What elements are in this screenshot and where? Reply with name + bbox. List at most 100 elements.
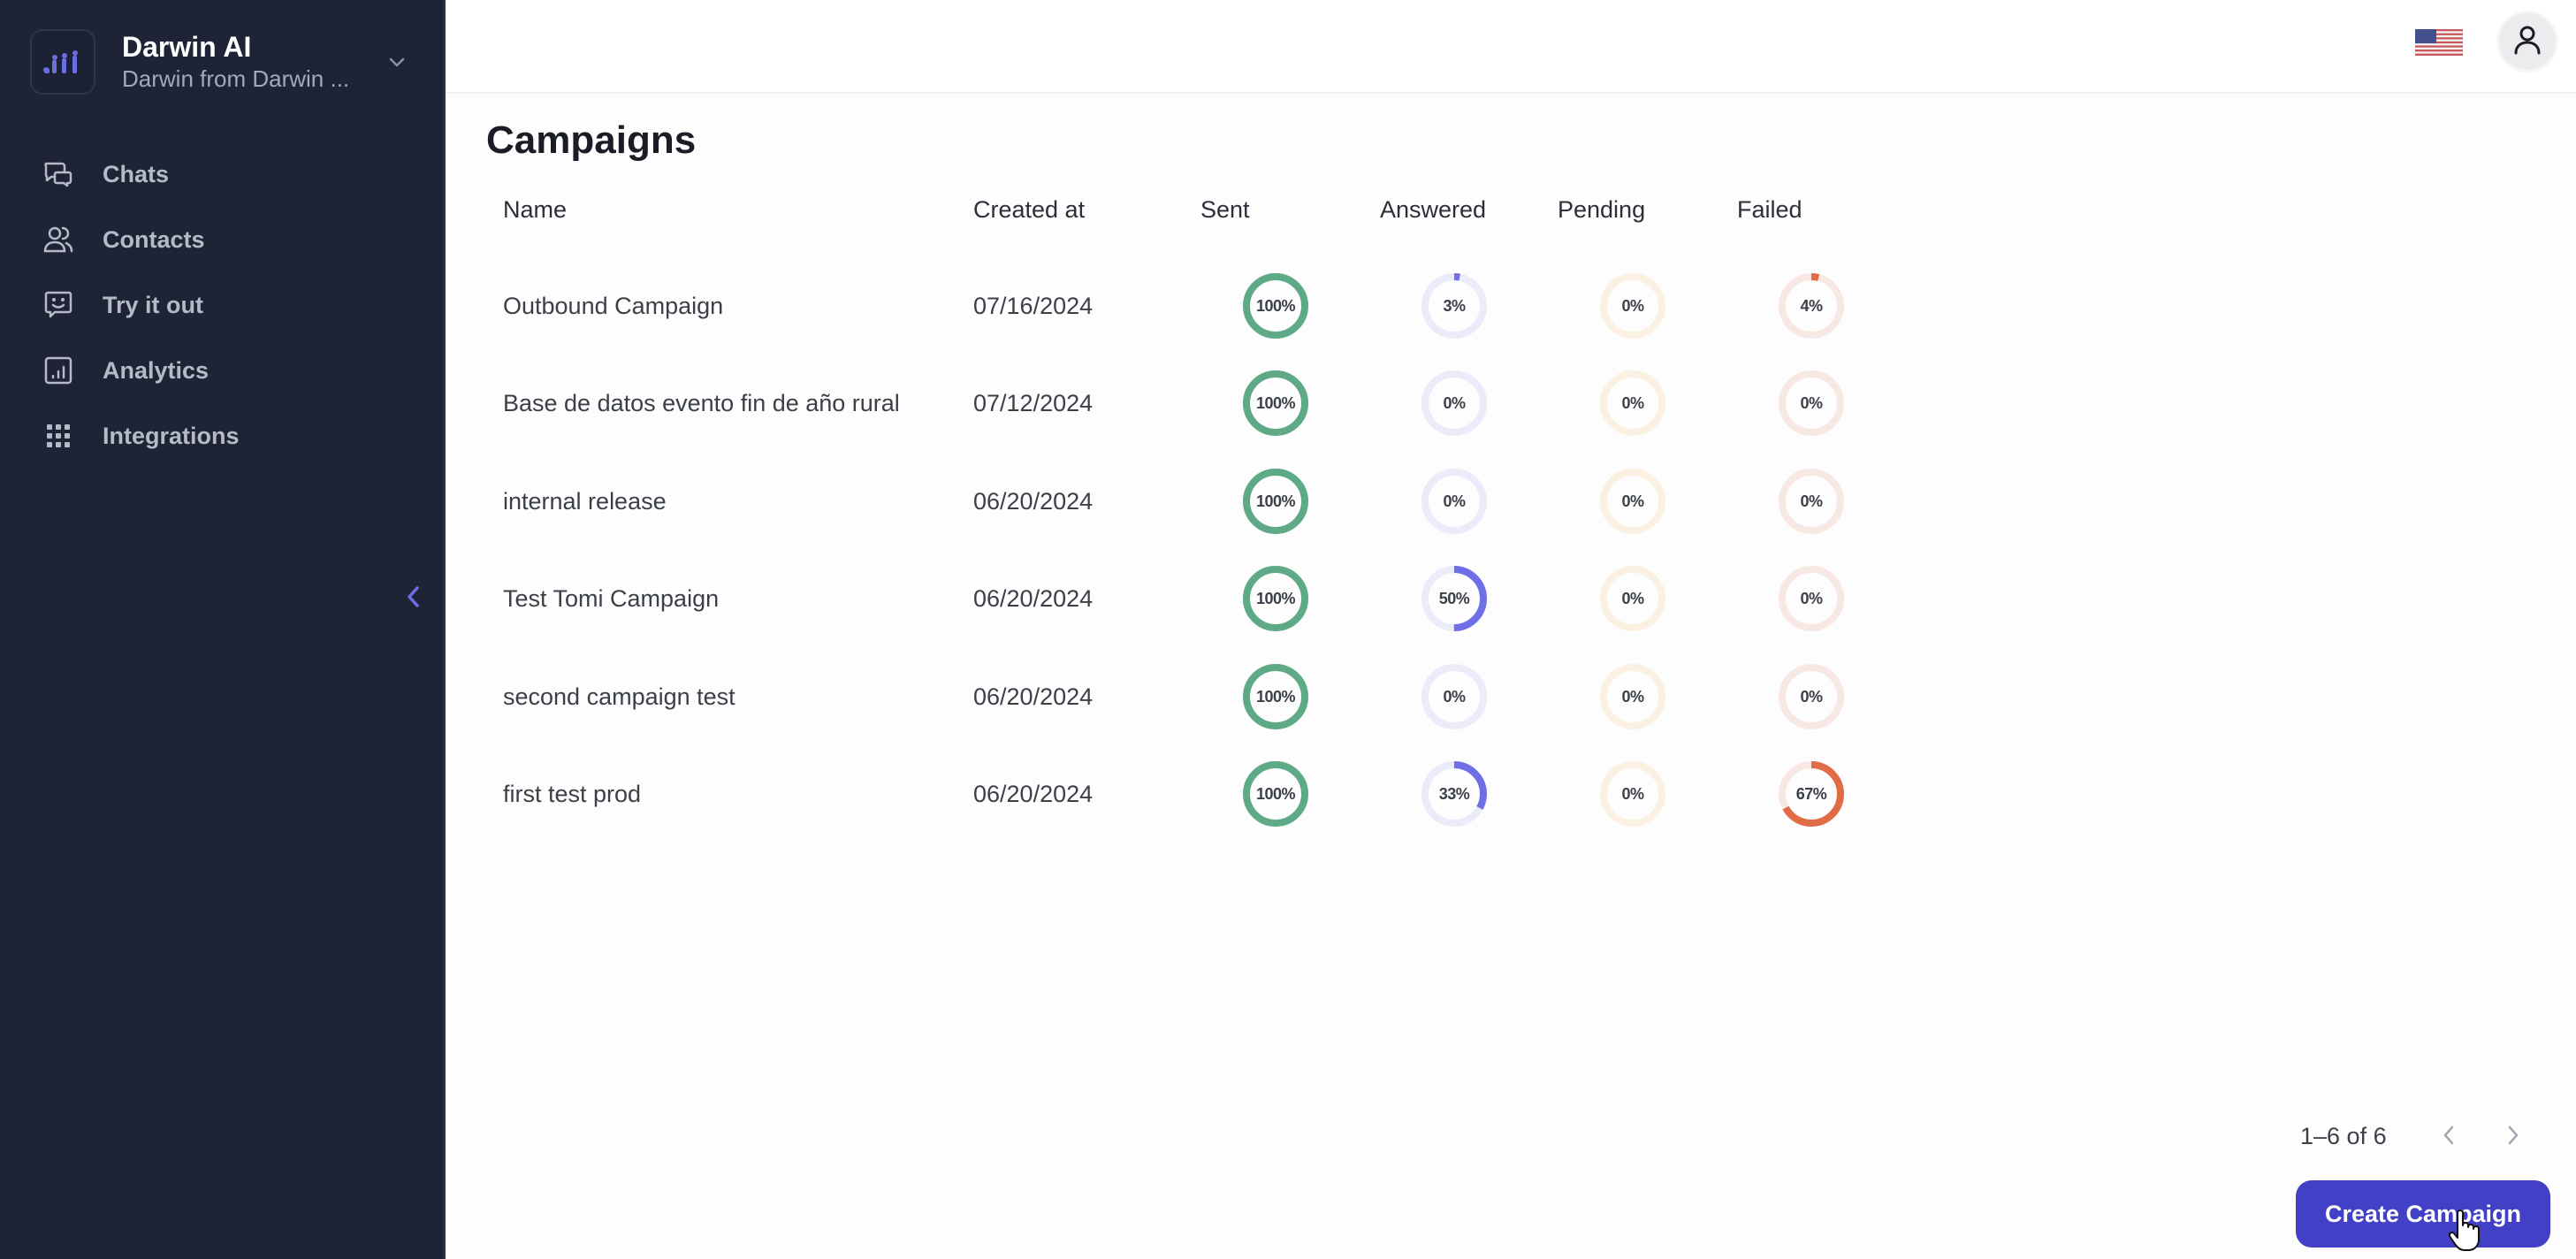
- pending-progress-ring: 0%: [1597, 368, 1668, 439]
- sent-progress-ring: 100%: [1240, 368, 1311, 439]
- contacts-icon: [42, 224, 74, 256]
- sent-progress-ring: 100%: [1240, 466, 1311, 537]
- answered-progress-ring: 33%: [1419, 759, 1490, 829]
- sidebar-item-label: Integrations: [103, 422, 240, 449]
- failed-percent: 4%: [1800, 297, 1823, 315]
- answered-percent: 0%: [1443, 492, 1466, 510]
- answered-progress-ring: 0%: [1419, 466, 1490, 537]
- failed-progress-ring: 67%: [1776, 759, 1847, 829]
- failed-progress-ring: 4%: [1776, 271, 1847, 341]
- sent-percent: 100%: [1255, 785, 1296, 803]
- sent-percent: 100%: [1255, 590, 1296, 608]
- pagination-range: 1–6 of 6: [2300, 1123, 2387, 1149]
- analytics-icon: [42, 355, 74, 386]
- pending-percent: 0%: [1621, 492, 1644, 510]
- failed-progress-ring: 0%: [1776, 466, 1847, 537]
- pending-percent: 0%: [1621, 687, 1644, 706]
- table-row[interactable]: first test prod 06/20/2024 100% 33% 0% 67%: [486, 745, 1865, 843]
- answered-percent: 0%: [1443, 687, 1466, 706]
- smiley-chat-icon: [42, 289, 74, 321]
- answered-progress-ring: 50%: [1419, 563, 1490, 634]
- failed-percent: 0%: [1800, 590, 1823, 608]
- failed-percent: 0%: [1800, 492, 1823, 510]
- campaign-name: Test Tomi Campaign: [503, 585, 720, 613]
- failed-progress-ring: 0%: [1776, 563, 1847, 634]
- pending-progress-ring: 0%: [1597, 759, 1668, 829]
- column-header-failed[interactable]: Failed: [1737, 196, 1802, 224]
- failed-progress-ring: 0%: [1776, 368, 1847, 439]
- campaign-name: Outbound Campaign: [503, 293, 724, 319]
- chats-icon: [42, 158, 74, 190]
- failed-percent: 67%: [1795, 785, 1827, 803]
- sidebar-nav: Chats Contacts Try it out Analytics Inte…: [0, 141, 446, 469]
- campaign-name: internal release: [503, 487, 667, 515]
- sent-progress-ring: 100%: [1240, 759, 1311, 829]
- table-row[interactable]: Outbound Campaign 07/16/2024 100% 3% 0% 4%: [486, 257, 1865, 355]
- campaign-name: first test prod: [503, 781, 642, 807]
- pending-percent: 0%: [1621, 785, 1644, 803]
- create-campaign-button[interactable]: Create Campaign: [2296, 1180, 2550, 1248]
- user-icon: [2510, 22, 2545, 62]
- created-at: 06/20/2024: [973, 487, 1094, 515]
- pending-progress-ring: 0%: [1597, 563, 1668, 634]
- sent-percent: 100%: [1255, 492, 1296, 510]
- column-header-pending[interactable]: Pending: [1558, 196, 1645, 224]
- collapse-sidebar-button[interactable]: [400, 584, 426, 614]
- table-row[interactable]: Test Tomi Campaign 06/20/2024 100% 50% 0% 0%: [486, 550, 1865, 647]
- sidebar: Darwin AI Darwin from Darwin ... Chats C…: [0, 0, 446, 1259]
- previous-page-button[interactable]: [2433, 1121, 2465, 1153]
- sidebar-item-chats[interactable]: Chats: [0, 141, 446, 207]
- chevron-right-icon: [2504, 1123, 2522, 1152]
- sent-progress-ring: 100%: [1240, 271, 1311, 341]
- pending-progress-ring: 0%: [1597, 466, 1668, 537]
- column-header-created-at[interactable]: Created at: [973, 196, 1085, 224]
- failed-percent: 0%: [1800, 394, 1823, 413]
- created-at: 07/16/2024: [973, 293, 1094, 319]
- sidebar-item-label: Chats: [103, 160, 170, 187]
- grid-icon: [42, 420, 74, 452]
- created-at: 06/20/2024: [973, 585, 1094, 613]
- sidebar-item-contacts[interactable]: Contacts: [0, 207, 446, 272]
- answered-progress-ring: 0%: [1419, 661, 1490, 732]
- column-header-name[interactable]: Name: [503, 196, 567, 224]
- answered-progress-ring: 3%: [1419, 271, 1490, 341]
- pending-percent: 0%: [1621, 590, 1644, 608]
- failed-percent: 0%: [1800, 687, 1823, 706]
- answered-progress-ring: 0%: [1419, 368, 1490, 439]
- user-menu-button[interactable]: [2496, 11, 2558, 72]
- answered-percent: 3%: [1443, 297, 1466, 315]
- org-switcher[interactable]: Darwin AI Darwin from Darwin ...: [30, 29, 419, 95]
- created-at: 06/20/2024: [973, 683, 1094, 710]
- sidebar-item-integrations[interactable]: Integrations: [0, 403, 446, 469]
- sent-progress-ring: 100%: [1240, 563, 1311, 634]
- chevron-down-icon: [384, 50, 410, 76]
- created-at: 07/12/2024: [973, 390, 1094, 417]
- table-row[interactable]: second campaign test 06/20/2024 100% 0% 0% 0%: [486, 648, 1865, 745]
- table-row[interactable]: Base de datos evento fin de año rural 07/…: [486, 355, 1865, 452]
- page-title: Campaigns: [486, 118, 697, 162]
- sidebar-item-label: Analytics: [103, 356, 210, 384]
- org-name: Darwin AI: [122, 31, 252, 63]
- answered-percent: 33%: [1438, 785, 1470, 803]
- campaign-name: Base de datos evento fin de año rural: [503, 390, 900, 417]
- created-at: 06/20/2024: [973, 781, 1094, 807]
- darwin-logo-icon: [30, 29, 95, 95]
- us-flag-icon[interactable]: [2415, 29, 2463, 56]
- column-header-sent[interactable]: Sent: [1200, 196, 1250, 224]
- org-subtitle: Darwin from Darwin ...: [122, 65, 350, 92]
- pending-progress-ring: 0%: [1597, 271, 1668, 341]
- sidebar-item-analytics[interactable]: Analytics: [0, 338, 446, 403]
- answered-percent: 50%: [1438, 590, 1470, 608]
- failed-progress-ring: 0%: [1776, 661, 1847, 732]
- pending-progress-ring: 0%: [1597, 661, 1668, 732]
- table-row[interactable]: internal release 06/20/2024 100% 0% 0% 0%: [486, 453, 1865, 550]
- pending-percent: 0%: [1621, 297, 1644, 315]
- campaign-name: second campaign test: [503, 683, 735, 710]
- sent-percent: 100%: [1255, 687, 1296, 706]
- sidebar-item-label: Contacts: [103, 225, 205, 253]
- next-page-button[interactable]: [2497, 1121, 2529, 1153]
- sidebar-item-try-it-out[interactable]: Try it out: [0, 272, 446, 338]
- answered-percent: 0%: [1443, 394, 1466, 413]
- column-header-answered[interactable]: Answered: [1380, 196, 1486, 224]
- sent-progress-ring: 100%: [1240, 661, 1311, 732]
